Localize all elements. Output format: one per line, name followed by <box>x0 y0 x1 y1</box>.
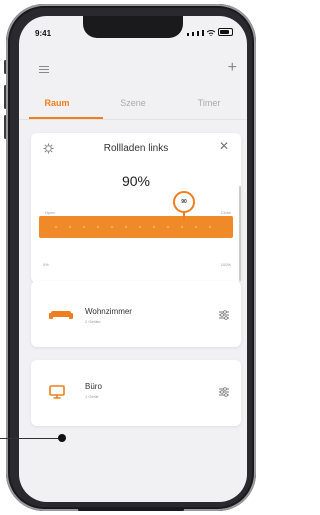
wifi-icon <box>207 30 215 36</box>
annotation-dot <box>58 434 66 442</box>
max-label: 100% <box>220 262 231 267</box>
tab-timer[interactable]: Timer <box>171 94 247 118</box>
home-indicator[interactable] <box>78 508 184 511</box>
slider-dot <box>97 226 99 228</box>
settings-icon[interactable] <box>219 310 229 320</box>
sofa-icon <box>49 311 73 319</box>
slider-dot <box>167 226 169 228</box>
menu-icon[interactable] <box>39 66 49 75</box>
close-icon[interactable]: ✕ <box>219 139 229 153</box>
open-label: Open <box>45 210 55 215</box>
monitor-icon <box>49 385 65 399</box>
status-time: 9:41 <box>35 29 52 38</box>
room-name: Wohnzimmer <box>85 307 132 316</box>
min-label: 0% <box>43 262 49 267</box>
blind-control-card: Rollladen links ✕ 90% Open Close 90 0% 1… <box>31 133 241 283</box>
settings-icon[interactable] <box>219 387 229 397</box>
room-device-count: 2 Geräte <box>85 319 101 324</box>
scrollbar[interactable] <box>239 186 241 281</box>
slider-dot <box>111 226 113 228</box>
tab-szene[interactable]: Szene <box>95 94 171 118</box>
slider-dot <box>69 226 71 228</box>
slider-dot <box>195 226 197 228</box>
room-name: Büro <box>85 382 102 391</box>
room-card-buero[interactable]: Büro 1 Gerät <box>31 360 241 426</box>
slider-dot <box>209 226 211 228</box>
slider-dot <box>139 226 141 228</box>
tabs-divider <box>19 119 247 120</box>
slider-dot <box>181 226 183 228</box>
annotation-line <box>0 438 60 439</box>
signal-icon <box>187 33 189 36</box>
slider-dot <box>83 226 85 228</box>
close-label: Close <box>220 210 231 215</box>
signal-icon-bar <box>197 31 199 36</box>
position-percent: 90% <box>121 173 151 189</box>
phone-notch <box>83 16 183 38</box>
room-device-count: 1 Gerät <box>85 394 99 399</box>
room-card-wohnzimmer[interactable]: Wohnzimmer 2 Geräte <box>31 281 241 347</box>
card-title: Rollladen links <box>103 143 169 154</box>
battery-icon <box>218 28 233 36</box>
slider-dot <box>153 226 155 228</box>
position-slider-handle[interactable]: 90 <box>173 191 195 213</box>
tab-bar: Raum Szene Timer <box>19 94 247 118</box>
slider-dot <box>55 226 57 228</box>
status-icons <box>187 28 233 36</box>
app-screen: 9:41 + Raum Szene Timer Rollladen links … <box>19 16 247 502</box>
signal-icon-bar <box>202 30 204 36</box>
plus-icon[interactable]: + <box>228 60 237 76</box>
slider-dot <box>125 226 127 228</box>
tab-raum[interactable]: Raum <box>19 94 95 118</box>
position-slider-track[interactable] <box>39 216 233 238</box>
signal-icon-bar <box>192 32 194 36</box>
